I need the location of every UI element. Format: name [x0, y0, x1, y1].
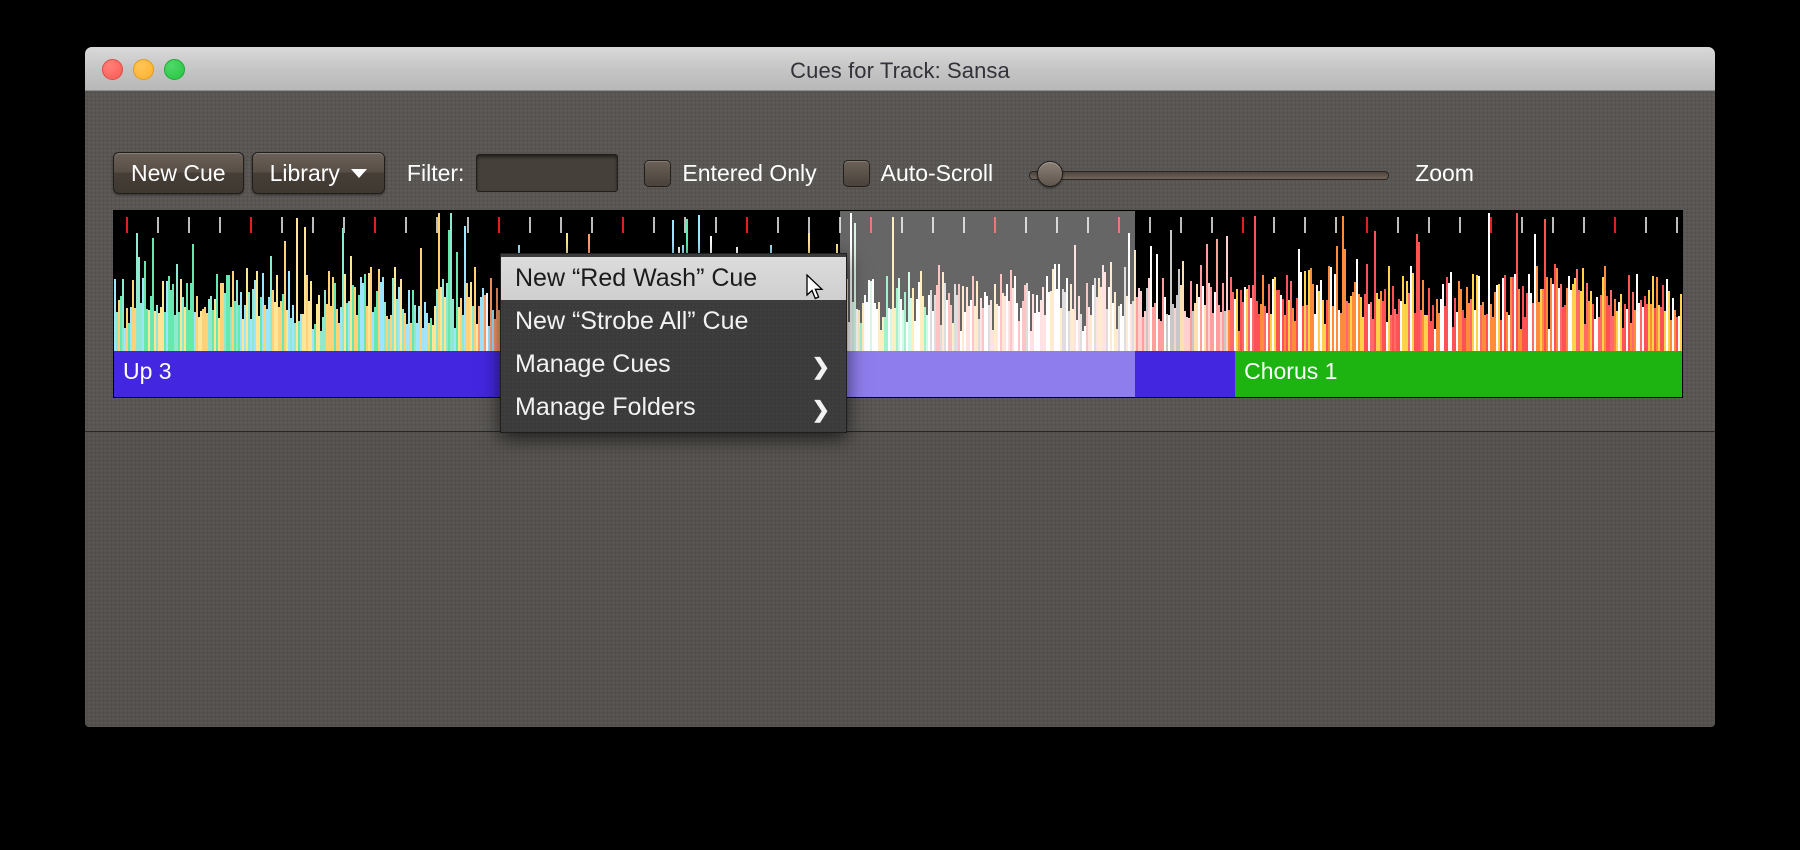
toolbar-pane: New Cue Library Filter: Entered Only Aut… — [85, 91, 1715, 432]
window-titlebar[interactable]: Cues for Track: Sansa — [85, 47, 1715, 91]
cues-window: Cues for Track: Sansa New Cue Library Fi… — [85, 47, 1715, 727]
beat-marker — [560, 217, 562, 233]
filter-label: Filter: — [406, 159, 465, 186]
chevron-right-icon: ❯ — [811, 354, 830, 379]
beat-marker — [343, 217, 345, 233]
beat-marker — [653, 217, 655, 233]
beat-marker — [839, 217, 841, 233]
beat-marker — [715, 217, 717, 233]
beat-marker — [1490, 217, 1492, 233]
menu-item-3[interactable]: Manage Folders ❯ — [501, 386, 846, 429]
phrase-bar-label: Up 3 — [123, 358, 172, 384]
beat-marker — [591, 217, 593, 233]
entered-only-checkbox[interactable] — [644, 159, 672, 187]
beat-marker — [870, 217, 872, 233]
zoom-slider[interactable] — [1029, 160, 1390, 187]
mouse-cursor-icon — [806, 274, 824, 300]
zoom-slider-knob[interactable] — [1037, 161, 1064, 187]
beat-marker — [188, 217, 190, 233]
phrase-bar-1[interactable]: Chorus 1 — [1235, 351, 1682, 397]
chevron-down-icon — [350, 168, 367, 178]
beat-marker — [1087, 217, 1089, 233]
menu-item-label: New “Strobe All” Cue — [515, 307, 749, 335]
beat-marker — [932, 217, 934, 233]
auto-scroll-label: Auto-Scroll — [880, 159, 994, 186]
toolbar: New Cue Library Filter: Entered Only Aut… — [113, 152, 1474, 194]
menu-item-label: New “Red Wash” Cue — [515, 264, 758, 292]
beat-marker — [1056, 217, 1058, 233]
beat-marker — [1025, 217, 1027, 233]
beat-marker — [1211, 217, 1213, 233]
desktop-background: Cues for Track: Sansa New Cue Library Fi… — [0, 0, 1800, 850]
beat-marker — [1304, 217, 1306, 233]
beat-marker — [1242, 217, 1244, 233]
filter-input[interactable] — [476, 154, 619, 192]
beat-marker — [219, 217, 221, 233]
beat-marker — [808, 217, 810, 233]
beat-marker — [1397, 217, 1399, 233]
beat-marker — [1335, 217, 1337, 233]
menu-item-1[interactable]: New “Strobe All” Cue — [501, 300, 846, 343]
library-button-label: Library — [269, 159, 340, 186]
beat-marker — [529, 217, 531, 233]
beat-marker — [1614, 217, 1616, 233]
library-menu-button[interactable]: Library — [251, 152, 385, 194]
phrase-bar-row[interactable]: Up 3 Chorus 1 — [114, 351, 1682, 397]
zoom-slider-track — [1029, 171, 1390, 180]
beat-marker — [994, 217, 996, 233]
waveform-timeline[interactable]: Up 3 Chorus 1 — [113, 210, 1683, 398]
beat-marker — [1428, 217, 1430, 233]
chevron-right-icon: ❯ — [811, 397, 830, 422]
beat-marker — [1273, 217, 1275, 233]
window-body: New Cue Library Filter: Entered Only Aut… — [85, 91, 1715, 727]
menu-item-label: Manage Folders — [515, 393, 696, 421]
auto-scroll-checkbox-group[interactable]: Auto-Scroll — [842, 159, 994, 187]
menu-item-2[interactable]: Manage Cues ❯ — [501, 343, 846, 386]
beat-marker — [963, 217, 965, 233]
beat-marker — [1366, 217, 1368, 233]
menu-item-label: Manage Cues — [515, 350, 671, 378]
new-cue-button[interactable]: New Cue — [113, 152, 244, 194]
menu-item-0[interactable]: New “Red Wash” Cue — [501, 257, 846, 300]
beat-marker — [374, 217, 376, 233]
phrase-bar-label: Chorus 1 — [1244, 358, 1338, 384]
auto-scroll-checkbox[interactable] — [842, 159, 870, 187]
entered-only-checkbox-group[interactable]: Entered Only — [644, 159, 817, 187]
entered-only-label: Entered Only — [682, 159, 817, 186]
beat-marker — [250, 217, 252, 233]
new-cue-button-label: New Cue — [131, 159, 226, 186]
beat-marker — [746, 217, 748, 233]
beat-marker — [684, 217, 686, 233]
beat-marker-row — [114, 211, 1682, 351]
beat-marker — [1552, 217, 1554, 233]
beat-marker — [405, 217, 407, 233]
beat-marker — [1676, 217, 1678, 233]
beat-marker — [467, 217, 469, 233]
beat-marker — [157, 217, 159, 233]
beat-marker — [1521, 217, 1523, 233]
beat-marker — [901, 217, 903, 233]
beat-marker — [1149, 217, 1151, 233]
beat-marker — [126, 217, 128, 233]
beat-marker — [436, 217, 438, 233]
beat-marker — [777, 217, 779, 233]
zoom-label: Zoom — [1415, 159, 1474, 186]
beat-marker — [622, 217, 624, 233]
window-title: Cues for Track: Sansa — [790, 58, 1010, 83]
beat-marker — [498, 217, 500, 233]
beat-marker — [1645, 217, 1647, 233]
beat-marker — [312, 217, 314, 233]
beat-marker — [1583, 217, 1585, 233]
beat-marker — [1118, 217, 1120, 233]
beat-marker — [1459, 217, 1461, 233]
beat-marker — [1180, 217, 1182, 233]
beat-marker — [281, 217, 283, 233]
library-dropdown-menu[interactable]: New “Red Wash” Cue New “Strobe All” Cue Ma… — [500, 253, 847, 433]
